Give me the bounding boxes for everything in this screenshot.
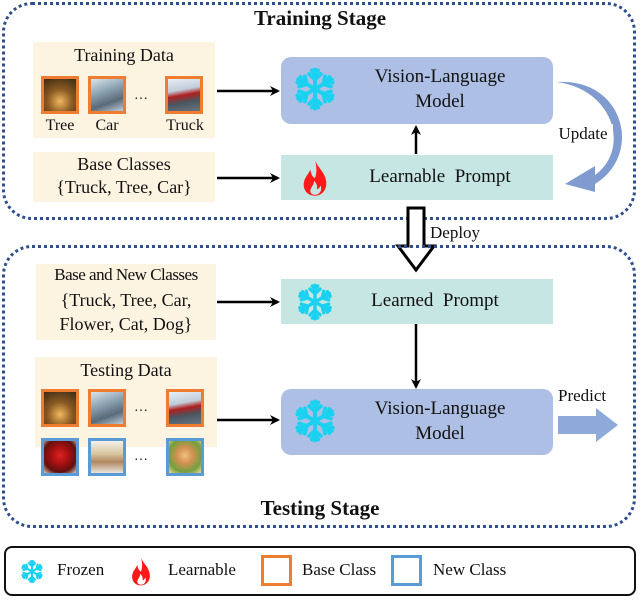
deploy-label: Deploy xyxy=(430,223,481,242)
legend-new-class-label: New Class xyxy=(433,560,507,579)
legend-frozen-label: Frozen xyxy=(57,560,105,579)
predict-arrow-icon xyxy=(558,408,618,442)
base-new-classes-line2: Flower, Cat, Dog} xyxy=(59,314,193,334)
testing-vlm-line2: Model xyxy=(415,423,465,444)
legend-base-class-box xyxy=(261,555,292,586)
testing-data-title: Testing Data xyxy=(80,360,172,380)
testing-image-truck xyxy=(166,389,204,427)
testing-image-flower xyxy=(41,438,79,476)
testing-image-car xyxy=(88,389,126,427)
testing-image-tree xyxy=(41,389,79,427)
legend-flame-icon xyxy=(132,557,150,586)
testing-ellipsis-base: … xyxy=(134,400,149,415)
testing-image-cat xyxy=(88,438,126,476)
learned-prompt-label: Learned Prompt xyxy=(371,290,499,311)
testing-vlm-line1: Vision-Language xyxy=(374,398,506,419)
base-new-classes-line1: {Truck, Tree, Car, xyxy=(60,290,192,310)
legend: Frozen Learnable Base Class New Class xyxy=(4,546,636,596)
legend-learnable-label: Learnable xyxy=(168,560,236,579)
legend-snowflake-icon xyxy=(20,559,44,584)
predict-label: Predict xyxy=(558,386,607,405)
testing-ellipsis-new: … xyxy=(134,449,149,464)
testing-stage-title: Testing Stage xyxy=(260,496,380,520)
snowflake-icon xyxy=(296,282,334,322)
testing-image-dog xyxy=(166,438,204,476)
snowflake-icon xyxy=(293,398,337,444)
legend-base-class-label: Base Class xyxy=(302,560,377,579)
base-new-classes-title: Base and New Classes xyxy=(54,265,198,284)
update-label: Update xyxy=(553,124,613,145)
legend-new-class-box xyxy=(391,555,422,586)
